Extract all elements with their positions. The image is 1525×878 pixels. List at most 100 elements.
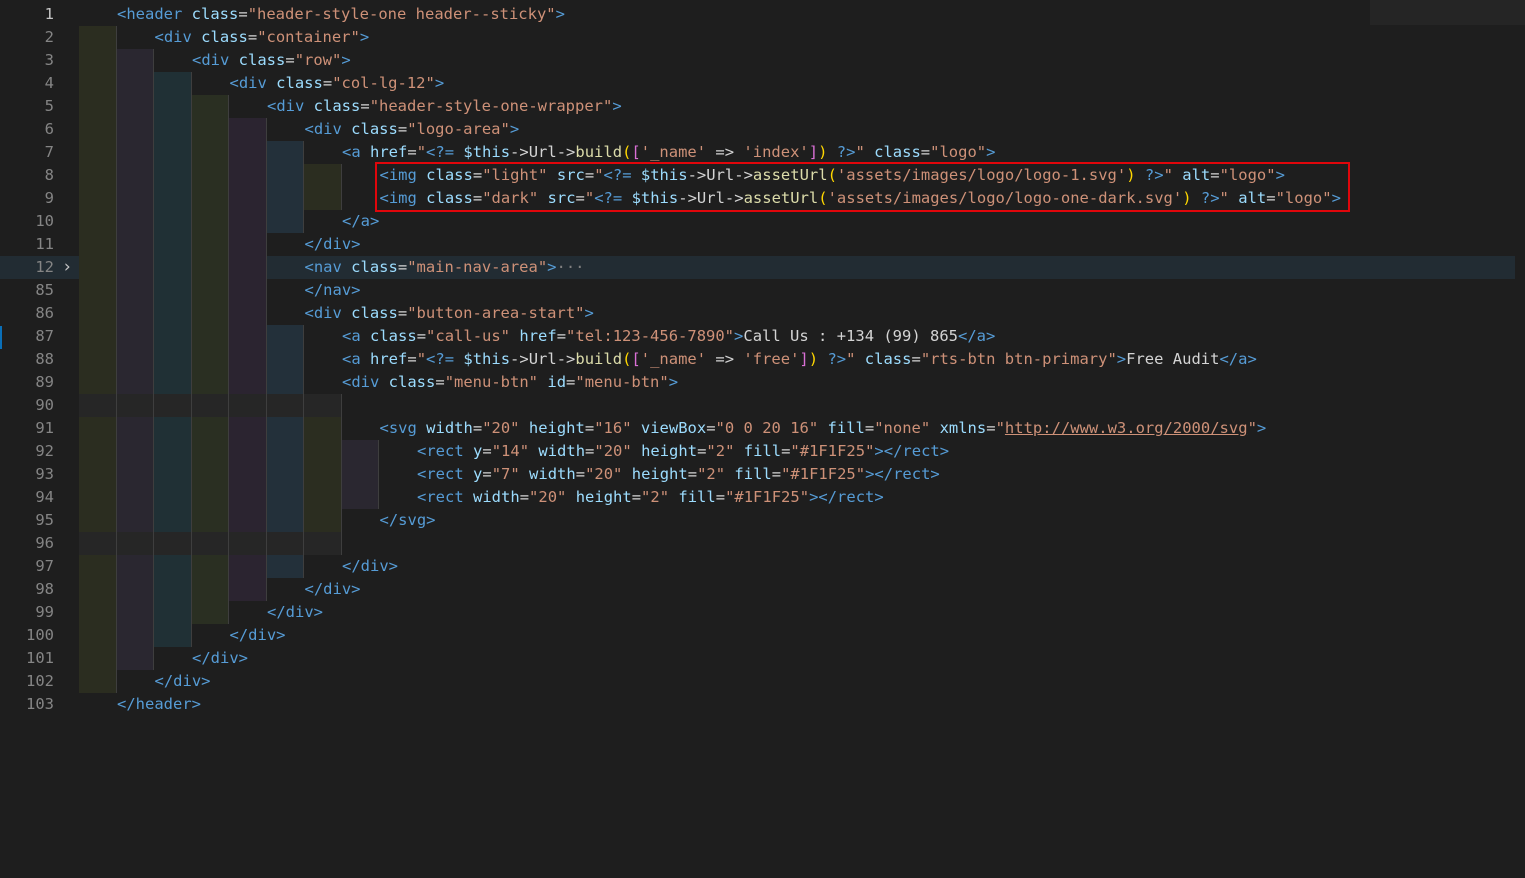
indent-guide [79, 578, 117, 601]
line-number: 4 [44, 74, 54, 92]
code-line[interactable]: 94 <rect width="20" height="2" fill="#1F1… [0, 486, 1515, 509]
line-code[interactable]: </div> [155, 670, 211, 693]
line-code[interactable]: <img class="light" src="<?= $this->Url->… [380, 164, 1285, 187]
code-line[interactable]: 87 <a class="call-us" href="tel:123-456-7… [0, 325, 1515, 348]
code-token: Url [528, 143, 557, 161]
indent-guide [229, 509, 267, 532]
line-code[interactable]: <a class="call-us" href="tel:123-456-789… [342, 325, 995, 348]
line-code[interactable]: <div class="row"> [192, 49, 351, 72]
line-code[interactable]: <svg width="20" height="16" viewBox="0 0… [380, 417, 1267, 440]
code-line[interactable]: 93 <rect y="7" width="20" height="2" fill… [0, 463, 1515, 486]
line-number: 86 [35, 304, 54, 322]
code-token: $this [463, 143, 511, 161]
line-code[interactable]: <img class="dark" src="<?= $this->Url->a… [380, 187, 1341, 210]
code-token: " [855, 143, 865, 161]
code-line[interactable]: 103 </header> [0, 693, 1515, 716]
code-line[interactable]: 91 <svg width="20" height="16" viewBox="0… [0, 417, 1515, 440]
indent-guide [154, 463, 192, 486]
indent-guide [191, 141, 229, 164]
code-line[interactable]: 10 </a> [0, 210, 1515, 233]
code-line[interactable]: 4 <div class="col-lg-12"> [0, 72, 1515, 95]
code-line[interactable]: 6 <div class="logo-area"> [0, 118, 1515, 141]
line-code[interactable]: <a href="<?= $this->Url->build(['_name' … [342, 348, 1257, 371]
line-number: 102 [26, 672, 54, 690]
line-code[interactable]: <div class="logo-area"> [305, 118, 520, 141]
code-line[interactable]: 2 <div class="container"> [0, 26, 1515, 49]
code-token: width [473, 488, 520, 506]
code-line[interactable]: 5 <div class="header-style-one-wrapper"> [0, 95, 1515, 118]
line-code[interactable]: <rect y="14" width="20" height="2" fill=… [417, 440, 949, 463]
code-line[interactable]: 3 <div class="row"> [0, 49, 1515, 72]
code-line[interactable]: 8 <img class="light" src="<?= $this->Url-… [0, 164, 1515, 187]
line-code[interactable]: </nav> [305, 279, 361, 302]
code-line[interactable]: 7 <a href="<?= $this->Url->build(['_name'… [0, 141, 1515, 164]
line-code[interactable]: </header> [117, 693, 201, 716]
line-code[interactable]: <div class="container"> [155, 26, 370, 49]
line-code[interactable]: <nav class="main-nav-area">··· [305, 256, 585, 279]
code-token: href [370, 350, 408, 368]
code-line[interactable]: 11 </div> [0, 233, 1515, 256]
line-code[interactable]: </div> [230, 624, 286, 647]
code-line[interactable]: 1 <header class="header-style-one header-… [0, 3, 1515, 26]
line-number: 89 [35, 373, 54, 391]
code-line[interactable]: 97 </div> [0, 555, 1515, 578]
code-line[interactable]: 85 </nav> [0, 279, 1515, 302]
line-code[interactable]: </div> [267, 601, 323, 624]
code-editor[interactable]: 1 <header class="header-style-one header-… [0, 0, 1525, 878]
code-line[interactable]: 101 </div> [0, 647, 1515, 670]
code-line[interactable]: 89 <div class="menu-btn" id="menu-btn"> [0, 371, 1515, 394]
line-code[interactable]: <rect y="7" width="20" height="2" fill="… [417, 463, 940, 486]
line-code[interactable]: <div class="menu-btn" id="menu-btn"> [342, 371, 678, 394]
code-line[interactable]: 98 </div> [0, 578, 1515, 601]
line-code[interactable]: </a> [342, 210, 379, 233]
line-code[interactable]: </div> [192, 647, 248, 670]
indent-guide [79, 26, 117, 49]
indent-guide [116, 578, 154, 601]
code-token: ( [827, 166, 837, 184]
code-line[interactable]: 92 <rect y="14" width="20" height="2" fil… [0, 440, 1515, 463]
code-line[interactable]: 95 </svg> [0, 509, 1515, 532]
indent-guide [304, 417, 342, 440]
indent-guide [116, 141, 154, 164]
line-code[interactable]: </svg> [380, 509, 436, 532]
line-code[interactable]: <div class="button-area-start"> [305, 302, 594, 325]
code-line[interactable]: 88 <a href="<?= $this->Url->build(['_name… [0, 348, 1515, 371]
line-code[interactable]: <a href="<?= $this->Url->build(['_name' … [342, 141, 995, 164]
code-line[interactable]: 96 [0, 532, 1515, 555]
code-token: "header-style-one header--sticky" [247, 5, 556, 23]
code-token: = [407, 350, 417, 368]
line-code[interactable]: <div class="header-style-one-wrapper"> [267, 95, 622, 118]
line-code[interactable]: <header class="header-style-one header--… [117, 3, 565, 26]
line-number: 12 [35, 258, 54, 276]
line-code[interactable]: </div> [342, 555, 398, 578]
line-number: 87 [35, 327, 54, 345]
code-token: "light" [482, 166, 548, 184]
indent-guide [79, 210, 117, 233]
indent-guide [191, 233, 229, 256]
code-line[interactable]: 12 › <nav class="main-nav-area">··· [0, 256, 1515, 279]
code-line[interactable]: 100 </div> [0, 624, 1515, 647]
line-number: 5 [44, 97, 54, 115]
code-line[interactable]: 86 <div class="button-area-start"> [0, 302, 1515, 325]
code-line[interactable]: 9 <img class="dark" src="<?= $this->Url->… [0, 187, 1515, 210]
line-code[interactable]: </div> [305, 578, 361, 601]
code-line[interactable]: 102 </div> [0, 670, 1515, 693]
indent-guide [191, 348, 229, 371]
code-line[interactable]: 90 [0, 394, 1515, 417]
code-token: = [472, 166, 483, 184]
chevron-right-icon[interactable]: › [62, 256, 74, 279]
indent-guide [116, 95, 154, 118]
indent-guide [266, 440, 304, 463]
code-line[interactable]: 99 </div> [0, 601, 1515, 624]
code-token: "tel:123-456-7890" [566, 327, 735, 345]
indent-guide [304, 440, 342, 463]
code-token: fill [678, 488, 716, 506]
line-code[interactable]: <div class="col-lg-12"> [230, 72, 445, 95]
line-code[interactable]: <rect width="20" height="2" fill="#1F1F2… [417, 486, 884, 509]
code-token: width [538, 442, 586, 460]
code-token: " [416, 143, 427, 161]
indent-guide [229, 348, 267, 371]
line-code[interactable]: </div> [305, 233, 361, 256]
indent-guide [229, 210, 267, 233]
